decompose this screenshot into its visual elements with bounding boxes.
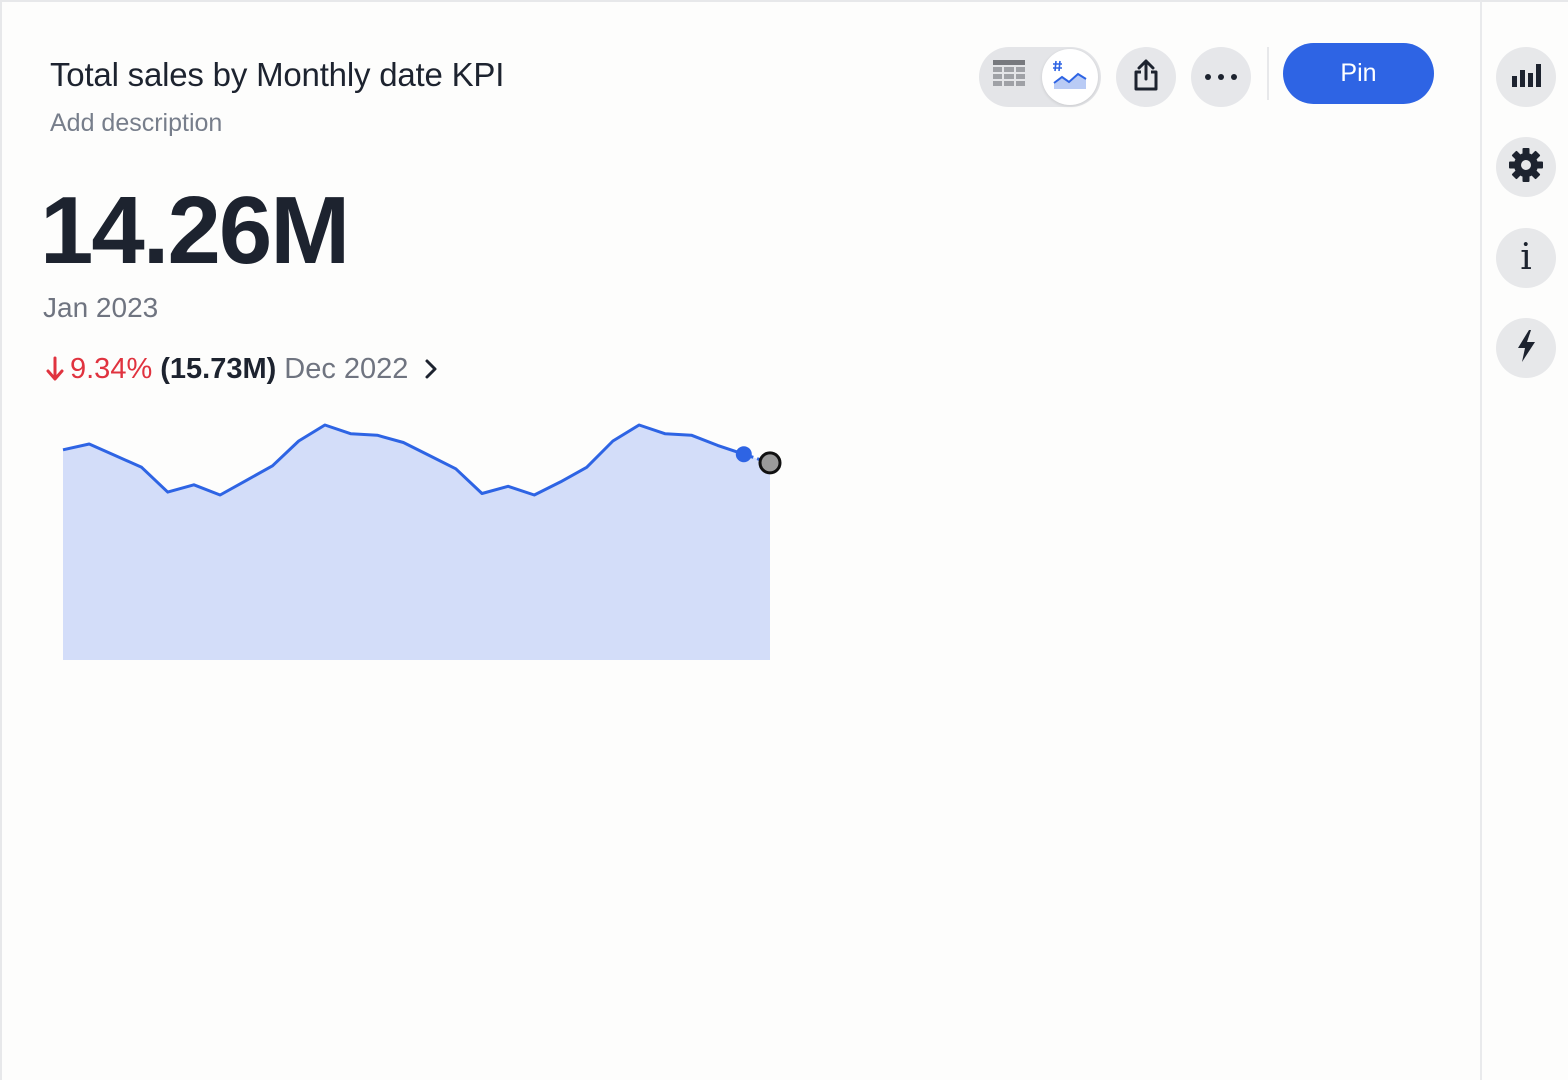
chart-icon: [1511, 62, 1541, 93]
settings-button[interactable]: [1496, 137, 1556, 197]
kpi-chart-icon: [1052, 59, 1088, 96]
kpi-comparison: 9.34% (15.73M) Dec 2022: [46, 350, 438, 388]
sparkline-chart: [62, 423, 782, 660]
sparkline-area: [63, 425, 770, 660]
description-field[interactable]: Add description: [50, 109, 222, 138]
kpi-period: Jan 2023: [43, 292, 159, 323]
info-icon: i: [1520, 237, 1532, 278]
insights-button[interactable]: [1496, 318, 1556, 378]
kpi-view-toggle[interactable]: [1042, 49, 1098, 105]
gear-icon: [1508, 147, 1544, 188]
more-icon: [1204, 68, 1238, 86]
table-icon: [992, 59, 1026, 96]
share-icon: [1132, 58, 1160, 97]
table-view-toggle[interactable]: [981, 49, 1037, 105]
share-button[interactable]: [1116, 47, 1176, 107]
previous-value: (15.73M): [160, 352, 277, 385]
previous-period: Dec 2022: [284, 352, 409, 385]
chevron-right-icon[interactable]: [424, 358, 438, 380]
toolbar-divider: [1267, 47, 1269, 100]
sparkline-current-point[interactable]: [735, 446, 752, 463]
more-options-button[interactable]: [1191, 47, 1251, 107]
pin-button[interactable]: Pin: [1283, 43, 1434, 104]
chart-title[interactable]: Total sales by Monthly date KPI: [50, 56, 504, 94]
view-toggle[interactable]: [979, 47, 1101, 107]
info-button[interactable]: i: [1496, 228, 1556, 288]
sparkline-projected-point[interactable]: [758, 451, 782, 475]
chart-type-button[interactable]: [1496, 47, 1556, 107]
change-percent: 9.34%: [70, 352, 153, 385]
arrow-down-icon: [46, 356, 64, 382]
bolt-icon: [1515, 329, 1537, 368]
kpi-value: 14.26M: [40, 177, 350, 284]
